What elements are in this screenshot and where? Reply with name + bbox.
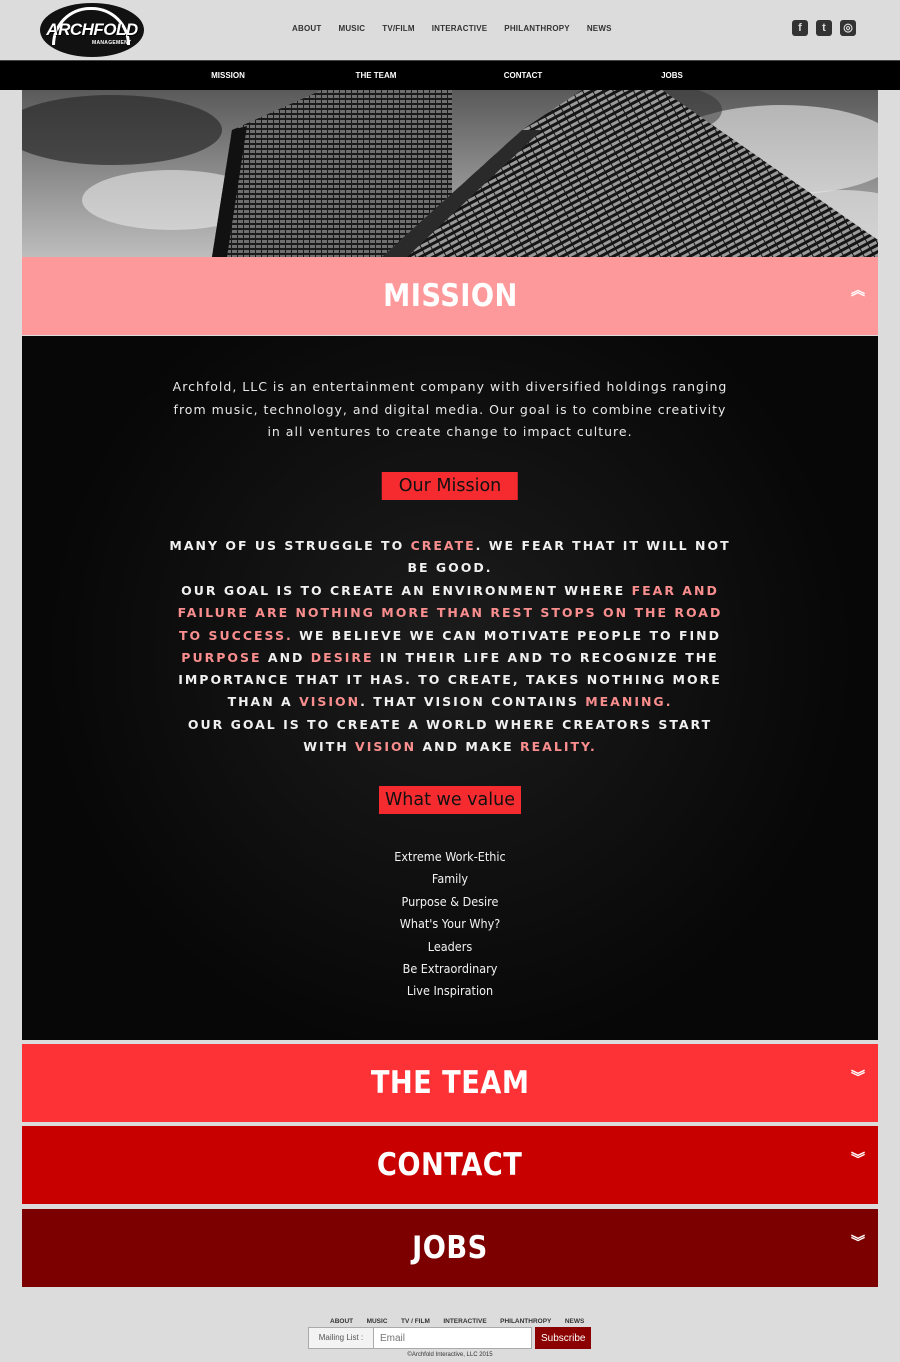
- hero-image: [22, 90, 878, 257]
- mission-intro: Archfold, LLC is an entertainment compan…: [172, 379, 728, 439]
- section-nav-jobs[interactable]: JOBS: [661, 71, 683, 80]
- values-list: Extreme Work-Ethic Family Purpose & Desi…: [350, 846, 550, 1003]
- footer-nav-philanthropy[interactable]: PHILANTHROPY: [500, 1318, 551, 1325]
- top-nav-tvfilm[interactable]: TV/FILM: [382, 24, 415, 33]
- list-item: Extreme Work-Ethic: [394, 849, 506, 864]
- footer-nav: ABOUT MUSIC TV / FILM INTERACTIVE PHILAN…: [330, 1310, 593, 1328]
- jobs-panel-header[interactable]: JOBS ︾: [22, 1209, 878, 1287]
- chevron-down-icon[interactable]: ︾: [850, 1235, 866, 1257]
- chevron-down-icon[interactable]: ︾: [850, 1070, 866, 1092]
- mission-paragraph-1: MANY OF US STRUGGLE TO CREATE. WE FEAR T…: [169, 538, 731, 576]
- twitter-icon[interactable]: t: [816, 20, 832, 36]
- list-item: What's Your Why?: [399, 916, 501, 932]
- chevron-up-icon[interactable]: ︽: [850, 283, 866, 305]
- footer-nav-music[interactable]: MUSIC: [367, 1318, 388, 1325]
- team-title: THE TEAM: [370, 1065, 530, 1101]
- list-item: Leaders: [427, 938, 473, 954]
- instagram-icon[interactable]: ◎: [840, 20, 856, 36]
- list-item: Family: [431, 871, 469, 887]
- our-mission-label: Our Mission: [381, 472, 519, 500]
- mission-panel-body: Archfold, LLC is an entertainment compan…: [22, 336, 878, 1040]
- top-nav-news[interactable]: NEWS: [587, 24, 612, 33]
- chevron-down-icon[interactable]: ︾: [850, 1152, 866, 1174]
- mission-paragraph-2: OUR GOAL IS TO CREATE AN ENVIRONMENT WHE…: [177, 583, 723, 710]
- copyright: ©Archfold Interactive, LLC 2015: [407, 1352, 493, 1358]
- mailing-list-label: Mailing List :: [308, 1327, 374, 1349]
- logo-word: ARCHFOLD: [46, 20, 138, 39]
- list-item: Be Extraordinary: [402, 961, 498, 977]
- jobs-title: JOBS: [412, 1230, 488, 1266]
- top-header: ARCHFOLD MANAGEMENT ABOUT MUSIC TV/FILM …: [0, 0, 900, 60]
- mission-title: MISSION: [382, 278, 518, 314]
- facebook-icon[interactable]: f: [792, 20, 808, 36]
- list-item: Live Inspiration: [406, 983, 494, 999]
- top-nav: ABOUT MUSIC TV/FILM INTERACTIVE PHILANTH…: [292, 24, 629, 33]
- contact-title: CONTACT: [377, 1147, 523, 1183]
- top-nav-music[interactable]: MUSIC: [338, 24, 365, 33]
- footer-nav-news[interactable]: NEWS: [565, 1318, 585, 1325]
- footer-nav-tvfilm[interactable]: TV / FILM: [401, 1318, 430, 1325]
- list-item: Purpose & Desire: [401, 893, 499, 909]
- mission-paragraph-3: OUR GOAL IS TO CREATE A WORLD WHERE CREA…: [187, 717, 713, 755]
- section-nav-contact[interactable]: CONTACT: [504, 71, 543, 80]
- footer-nav-interactive[interactable]: INTERACTIVE: [443, 1318, 486, 1325]
- top-nav-interactive[interactable]: INTERACTIVE: [432, 24, 488, 33]
- section-nav: MISSION THE TEAM CONTACT JOBS: [0, 60, 900, 90]
- section-nav-team[interactable]: THE TEAM: [356, 71, 397, 80]
- footer-nav-about[interactable]: ABOUT: [330, 1318, 353, 1325]
- top-nav-philanthropy[interactable]: PHILANTHROPY: [504, 24, 570, 33]
- subscribe-button[interactable]: Subscribe: [535, 1327, 591, 1349]
- contact-panel-header[interactable]: CONTACT ︾: [22, 1126, 878, 1204]
- logo-sub: MANAGEMENT: [92, 40, 132, 46]
- archfold-logo[interactable]: ARCHFOLD MANAGEMENT: [40, 3, 144, 57]
- email-field[interactable]: [374, 1327, 532, 1349]
- mission-panel-header[interactable]: MISSION ︽: [22, 257, 878, 335]
- mailing-list-form: Mailing List : Subscribe: [308, 1327, 591, 1349]
- section-nav-mission[interactable]: MISSION: [211, 71, 245, 80]
- top-nav-about[interactable]: ABOUT: [292, 24, 321, 33]
- team-panel-header[interactable]: THE TEAM ︾: [22, 1044, 878, 1122]
- social-links: f t ◎: [792, 20, 856, 36]
- what-we-value-label: What we value: [379, 786, 521, 814]
- skyscraper-illustration: [22, 90, 878, 257]
